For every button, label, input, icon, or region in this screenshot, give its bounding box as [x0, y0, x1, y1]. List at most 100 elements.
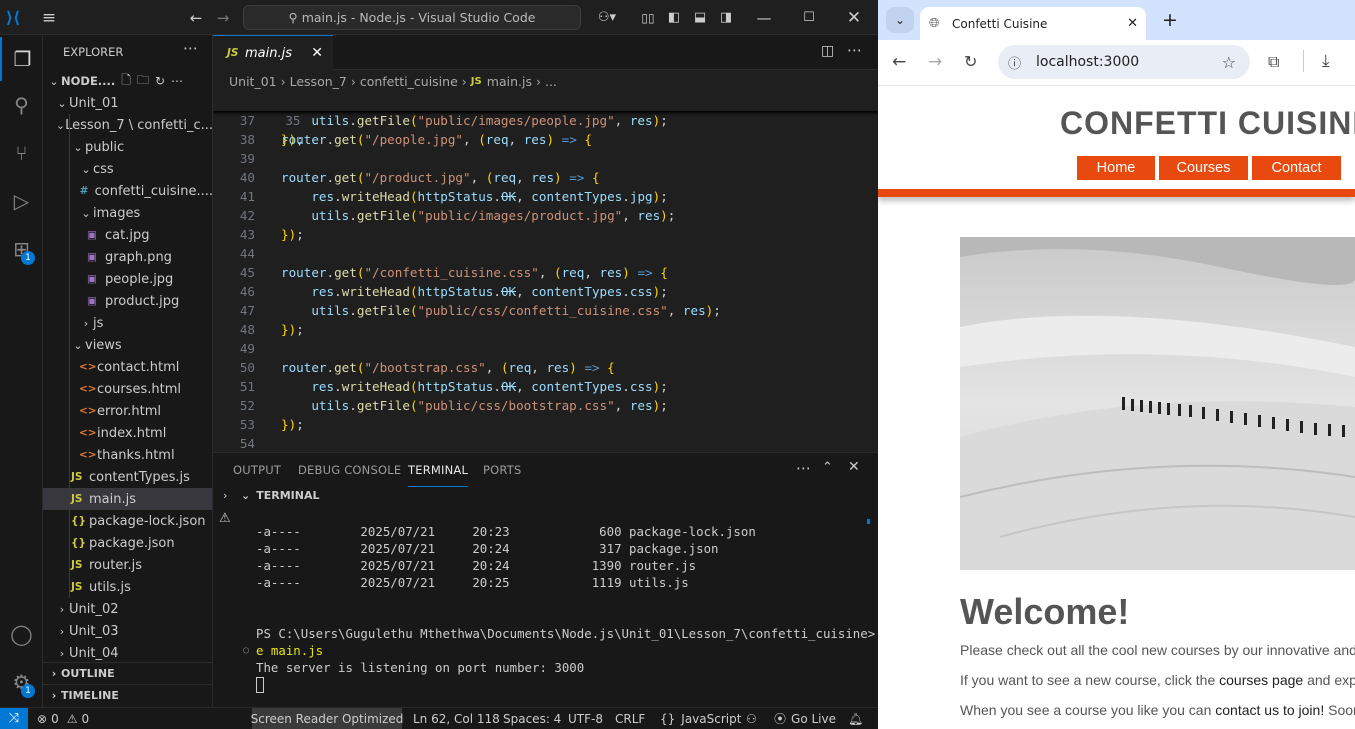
- toggle-panel-icon[interactable]: ⬓: [690, 0, 710, 35]
- line-number: 46: [239, 284, 255, 299]
- copilot-status-icon[interactable]: ⚇: [746, 708, 757, 729]
- line-number: 43: [239, 227, 255, 242]
- breadcrumb-symbol[interactable]: ...: [545, 74, 557, 89]
- site-info-icon[interactable]: ⓘ: [1008, 53, 1021, 72]
- courses-page-link[interactable]: courses page: [1219, 672, 1303, 688]
- warning-icon: ⚠: [219, 511, 231, 526]
- remote-icon[interactable]: ⤨: [0, 708, 28, 729]
- maximize-panel-icon[interactable]: ⌃: [822, 460, 833, 475]
- language-mode[interactable]: {} JavaScript: [660, 708, 741, 729]
- reload-icon[interactable]: ↻: [964, 52, 977, 71]
- editor-more-icon[interactable]: ⋯: [847, 41, 862, 59]
- code-text: res.writeHead(httpStatus.OK, contentType…: [311, 379, 668, 394]
- menu-icon[interactable]: ≡: [36, 0, 62, 35]
- toggle-secondary-sidebar-icon[interactable]: ◨: [716, 0, 736, 35]
- tab-output[interactable]: OUTPUT: [233, 453, 281, 487]
- go-live-button[interactable]: ⦿ Go Live: [774, 708, 836, 729]
- status-bar: ⤨ ⊗ 0 ⚠ 0 Screen Reader Optimized Ln 62, C…: [0, 707, 878, 729]
- workspace-root[interactable]: ⌄ NODE.... 🗋 🗀 ↻ ⋯: [43, 70, 212, 92]
- download-icon[interactable]: ⤓: [1322, 51, 1330, 71]
- address-bar[interactable]: ⓘ localhost:3000 ☆: [998, 45, 1250, 79]
- collapse-more-icon[interactable]: ⋯: [171, 74, 183, 88]
- error-icon: ⊗: [37, 711, 48, 726]
- terminal-section-header[interactable]: ⌄ TERMINAL: [241, 489, 319, 502]
- timeline-section[interactable]: › TIMELINE: [43, 684, 212, 706]
- tree-item-label: Lesson_7 \ confetti_c...: [65, 117, 213, 133]
- breadcrumb-lesson[interactable]: Lesson_7: [290, 74, 347, 89]
- screen-reader-mode[interactable]: Screen Reader Optimized: [251, 708, 403, 729]
- tab-debug-console[interactable]: DEBUG CONSOLE: [298, 453, 401, 487]
- terminal-line: -a---- 2025/07/21 20:25 1119 utils.js: [256, 574, 689, 591]
- more-actions-icon[interactable]: ⋯: [183, 39, 198, 57]
- tree-item[interactable]: › Unit_02: [43, 598, 212, 620]
- chevron-down-icon: ⌄: [73, 140, 83, 154]
- search-view-icon[interactable]: ⚲: [0, 83, 43, 127]
- new-folder-icon[interactable]: 🗀: [137, 71, 149, 92]
- forward-arrow-icon[interactable]: →: [928, 52, 942, 72]
- bookmark-star-icon[interactable]: ☆: [1222, 53, 1236, 72]
- code-line: 43});: [213, 225, 878, 244]
- line-number: 40: [239, 170, 255, 185]
- terminal-output[interactable]: -a---- 2025/07/21 20:23 600 package-lock…: [243, 523, 905, 708]
- run-debug-icon[interactable]: ▷: [0, 179, 43, 223]
- refresh-icon[interactable]: ↻: [155, 74, 165, 88]
- tree-item-label: courses.html: [97, 381, 181, 397]
- command-center[interactable]: ⚲ main.js - Node.js - Visual Studio Code: [243, 5, 581, 30]
- accounts-icon[interactable]: ◯: [0, 612, 43, 656]
- browser-tab[interactable]: 🌐︎ Confetti Cuisine ✕: [920, 7, 1146, 40]
- indentation[interactable]: Spaces: 4: [503, 708, 561, 729]
- customize-layout-icon[interactable]: ▯▯: [638, 0, 658, 35]
- code-text: router.get("/confetti_cuisine.css", (req…: [281, 265, 668, 280]
- source-control-icon[interactable]: ⑂: [0, 131, 43, 175]
- tab-ports[interactable]: PORTS: [483, 453, 521, 487]
- copilot-icon[interactable]: ⚇▾: [592, 0, 622, 35]
- tab-search-icon[interactable]: ⌄: [886, 7, 914, 33]
- explorer-icon[interactable]: ❐: [0, 37, 43, 81]
- nav-contact-button[interactable]: Contact: [1252, 156, 1341, 180]
- new-tab-icon[interactable]: +: [1162, 9, 1178, 31]
- extensions-icon[interactable]: ⊞ 1: [0, 227, 43, 271]
- toggle-sidebar-icon[interactable]: ◧: [664, 0, 684, 35]
- tree-item[interactable]: ⌄ Unit_01: [43, 92, 212, 114]
- breadcrumb-unit[interactable]: Unit_01: [229, 74, 277, 89]
- tab-terminal[interactable]: TERMINAL: [408, 453, 469, 487]
- code-line: 46 res.writeHead(httpStatus.OK, contentT…: [213, 282, 878, 301]
- tree-item-label: contentTypes.js: [89, 469, 190, 485]
- settings-gear-icon[interactable]: ⚙ 1: [0, 660, 43, 704]
- tree-item-label: views: [85, 337, 122, 353]
- minimize-icon[interactable]: —: [752, 0, 776, 35]
- problems-indicator[interactable]: ⊗ 0 ⚠ 0: [37, 708, 89, 729]
- close-tab-icon[interactable]: ✕: [1127, 16, 1138, 31]
- nav-home-button[interactable]: Home: [1077, 156, 1155, 180]
- new-file-icon[interactable]: 🗋: [121, 71, 131, 92]
- back-arrow-icon[interactable]: ←: [185, 0, 207, 35]
- panel-more-icon[interactable]: ⋯: [796, 459, 811, 477]
- split-editor-icon[interactable]: ◫: [821, 43, 834, 59]
- chevron-right-icon[interactable]: ›: [223, 489, 227, 502]
- close-window-icon[interactable]: ✕: [842, 0, 866, 35]
- code-line: 40 router.get("/product.jpg", (req, res) …: [213, 168, 878, 187]
- terminal-line-text: PS C:\Users\Gugulethu Mthethwa\Documents…: [256, 626, 883, 641]
- close-tab-icon[interactable]: ✕: [311, 45, 323, 61]
- end-of-line[interactable]: CRLF: [615, 708, 645, 729]
- broadcast-icon: ⦿: [774, 712, 787, 726]
- chevron-right-icon: ›: [51, 667, 57, 680]
- breadcrumb-file[interactable]: main.js: [487, 74, 532, 89]
- tree-item[interactable]: › Unit_04: [43, 642, 212, 664]
- contact-us-link[interactable]: contact us to join!: [1215, 702, 1324, 718]
- back-arrow-icon[interactable]: ←: [892, 52, 906, 72]
- cursor-position[interactable]: Ln 62, Col 118: [413, 708, 500, 729]
- forward-arrow-icon[interactable]: →: [212, 0, 234, 35]
- code-editor[interactable]: 35 router.get("/people.jpg", (req, res) …: [213, 92, 878, 452]
- encoding[interactable]: UTF-8: [568, 708, 603, 729]
- tab-main-js[interactable]: JS main.js ✕: [213, 35, 333, 70]
- extensions-puzzle-icon[interactable]: ⧉: [1268, 52, 1279, 72]
- tree-item[interactable]: › Unit_03: [43, 620, 212, 642]
- close-panel-icon[interactable]: ✕: [848, 459, 860, 475]
- notifications-bell-icon[interactable]: 🔔︎: [848, 708, 863, 729]
- nav-courses-button[interactable]: Courses: [1159, 156, 1248, 180]
- breadcrumb-folder[interactable]: confetti_cuisine: [360, 74, 458, 89]
- outline-section[interactable]: › OUTLINE: [43, 662, 212, 684]
- maximize-icon[interactable]: ☐: [797, 0, 821, 35]
- terminal-line: -a---- 2025/07/21 20:23 600 package-lock…: [256, 523, 756, 540]
